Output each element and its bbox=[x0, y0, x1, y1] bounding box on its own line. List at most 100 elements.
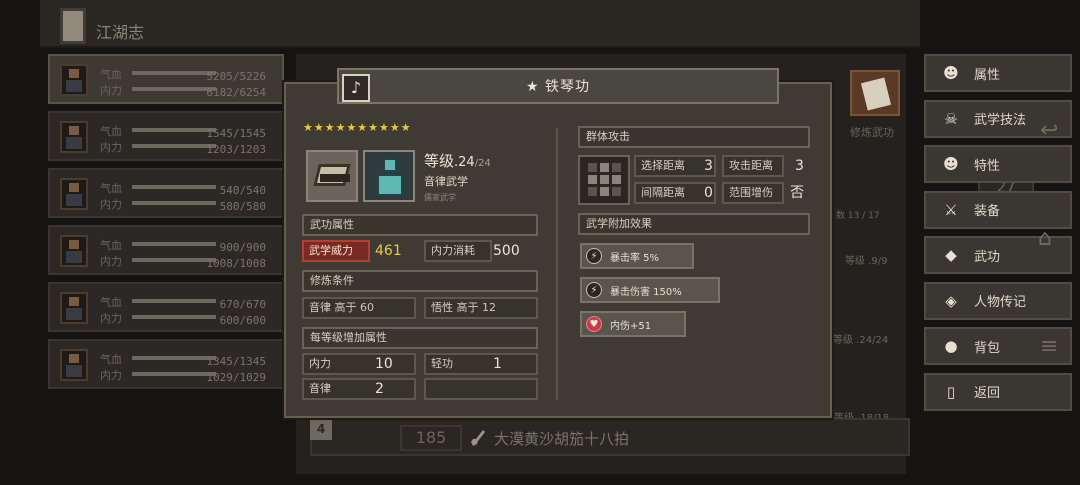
home-icon[interactable]: ⌂ bbox=[1038, 226, 1052, 251]
book-icon: ◆ bbox=[945, 246, 957, 264]
lightning-icon: ⚡ bbox=[586, 248, 602, 264]
dialog-title-bar: ★ 铁琴功 bbox=[337, 68, 779, 104]
bag-icon: ● bbox=[944, 337, 958, 355]
mp-bar bbox=[132, 258, 216, 262]
mp-value: 1029/1029 bbox=[206, 371, 266, 384]
train-skill-label: 修炼武功 bbox=[850, 126, 894, 139]
hp-bar bbox=[132, 299, 216, 303]
bg-count: 数 13 / 17 bbox=[836, 211, 880, 221]
per-level-attr-empty bbox=[424, 378, 538, 400]
cost-value: 500 bbox=[493, 243, 520, 259]
hp-label: 气血 bbox=[100, 125, 122, 138]
slot-badge: 4 bbox=[310, 418, 332, 440]
character-row[interactable]: 气血 900/900 内力 1008/1008 bbox=[48, 225, 284, 275]
skill-power: 185 bbox=[400, 425, 462, 451]
journal-book-icon bbox=[60, 8, 86, 44]
attr-label: 轻功 bbox=[431, 357, 453, 370]
train-skill-button[interactable] bbox=[850, 70, 900, 116]
mp-value: 6182/6254 bbox=[206, 86, 266, 99]
menu-item-label: 武功 bbox=[974, 249, 1001, 265]
menu-icon[interactable]: ≡ bbox=[1040, 334, 1058, 359]
bg-level: 等级 .9/9 bbox=[845, 256, 888, 267]
hp-label: 气血 bbox=[100, 68, 122, 81]
cost-label: 内力消耗 bbox=[424, 240, 492, 262]
character-avatar bbox=[60, 292, 88, 324]
character-avatar bbox=[60, 235, 88, 267]
mp-label: 内力 bbox=[100, 369, 122, 382]
mp-bar bbox=[132, 201, 216, 205]
mp-bar bbox=[132, 315, 216, 319]
hp-bar bbox=[132, 242, 216, 246]
bg-level: 等级 .24/24 bbox=[833, 335, 889, 346]
condition-label: 音律 bbox=[309, 301, 331, 314]
menu-item-biography[interactable]: ◈ 人物传记 bbox=[924, 281, 1072, 320]
power-label: 武学威力 bbox=[302, 240, 370, 262]
attr-value: 2 bbox=[375, 381, 384, 397]
character-avatar bbox=[60, 121, 88, 153]
book-pages bbox=[320, 174, 350, 182]
section-conditions: 修炼条件 bbox=[302, 270, 538, 292]
section-attack: 群体攻击 bbox=[578, 126, 810, 148]
condition-music: 音律 高于 60 bbox=[302, 297, 416, 319]
skill-list-row[interactable]: 4 185 大漠黄沙胡笳十八拍 bbox=[310, 418, 910, 456]
menu-item-label: 背包 bbox=[974, 340, 1001, 356]
character-row[interactable]: 气血 1545/1545 内力 1203/1203 bbox=[48, 111, 284, 161]
skill-name: 大漠黄沙胡笳十八拍 bbox=[494, 430, 630, 448]
attack-range-label: 攻击距离 bbox=[722, 155, 784, 177]
instrument-icon: ♪ bbox=[342, 74, 370, 102]
character-row[interactable]: 气血 1345/1345 内力 1029/1029 bbox=[48, 339, 284, 389]
per-level-attr: 音律 bbox=[302, 378, 416, 400]
effect-crit-damage: ⚡ 暴击伤害 150% bbox=[580, 277, 720, 303]
character-avatar bbox=[60, 64, 88, 96]
character-row[interactable]: 气血 670/670 内力 600/600 bbox=[48, 282, 284, 332]
grid-cell bbox=[612, 175, 621, 184]
mp-label: 内力 bbox=[100, 198, 122, 211]
grid-cell bbox=[600, 175, 609, 184]
interval-value: 0 bbox=[704, 185, 713, 201]
mp-bar bbox=[132, 372, 216, 376]
condition-insight: 悟性 高于 12 bbox=[424, 297, 538, 319]
mp-value: 1203/1203 bbox=[206, 143, 266, 156]
level-current: .24 bbox=[454, 155, 475, 170]
character-row[interactable]: 气血 540/540 内力 580/580 bbox=[48, 168, 284, 218]
menu-item-equipment[interactable]: ⚔ 装备 bbox=[924, 190, 1072, 229]
area-damage-value: 否 bbox=[790, 185, 804, 201]
grid-cell bbox=[588, 175, 597, 184]
attack-range-grid bbox=[578, 155, 630, 205]
menu-item-traits[interactable]: ☻ 特性 bbox=[924, 145, 1072, 183]
hp-bar bbox=[132, 128, 216, 132]
lightning-icon: ⚡ bbox=[586, 282, 602, 298]
hp-label: 气血 bbox=[100, 353, 122, 366]
attr-label: 音律 bbox=[309, 382, 331, 395]
journal-title: 江湖志 bbox=[96, 23, 145, 42]
level-label: 等级 bbox=[424, 152, 455, 170]
mp-bar bbox=[132, 87, 216, 91]
character-row[interactable]: 气血 5205/5226 内力 6182/6254 bbox=[48, 54, 284, 104]
character-avatar bbox=[60, 349, 88, 381]
hp-label: 气血 bbox=[100, 296, 122, 309]
menu-item-attributes[interactable]: ☻ 属性 bbox=[924, 54, 1072, 92]
section-skill-props: 武功属性 bbox=[302, 214, 538, 236]
hp-bar bbox=[132, 185, 216, 189]
grid-cell bbox=[612, 187, 621, 196]
attack-range-value: 3 bbox=[795, 158, 804, 174]
menu-item-back[interactable]: ▯ 返回 bbox=[924, 372, 1072, 411]
menu-item-label: 特性 bbox=[974, 158, 1001, 174]
back-arrow-icon[interactable]: ↩ bbox=[1040, 118, 1058, 143]
effect-text: 暴击率 5% bbox=[610, 252, 660, 264]
instrument-icon bbox=[471, 430, 485, 446]
grid-cell bbox=[600, 163, 609, 172]
menu-item-label: 装备 bbox=[974, 204, 1001, 219]
effect-internal-injury: ♥ 内伤+51 bbox=[580, 311, 686, 337]
skill-stars: ★★★★★★★★★★ bbox=[303, 121, 412, 134]
section-per-level: 每等级增加属性 bbox=[302, 327, 538, 349]
menu-item-label: 属性 bbox=[974, 67, 1001, 83]
per-level-attr: 内力 bbox=[302, 353, 416, 375]
skill-school: 儒家武学 bbox=[424, 193, 456, 202]
effect-text: 暴击伤害 150% bbox=[610, 286, 682, 298]
scholar-icon bbox=[363, 150, 415, 202]
hp-label: 气血 bbox=[100, 182, 122, 195]
menu-item-label: 返回 bbox=[974, 386, 1001, 401]
hp-bar bbox=[132, 356, 216, 360]
dialog-divider bbox=[556, 128, 558, 400]
